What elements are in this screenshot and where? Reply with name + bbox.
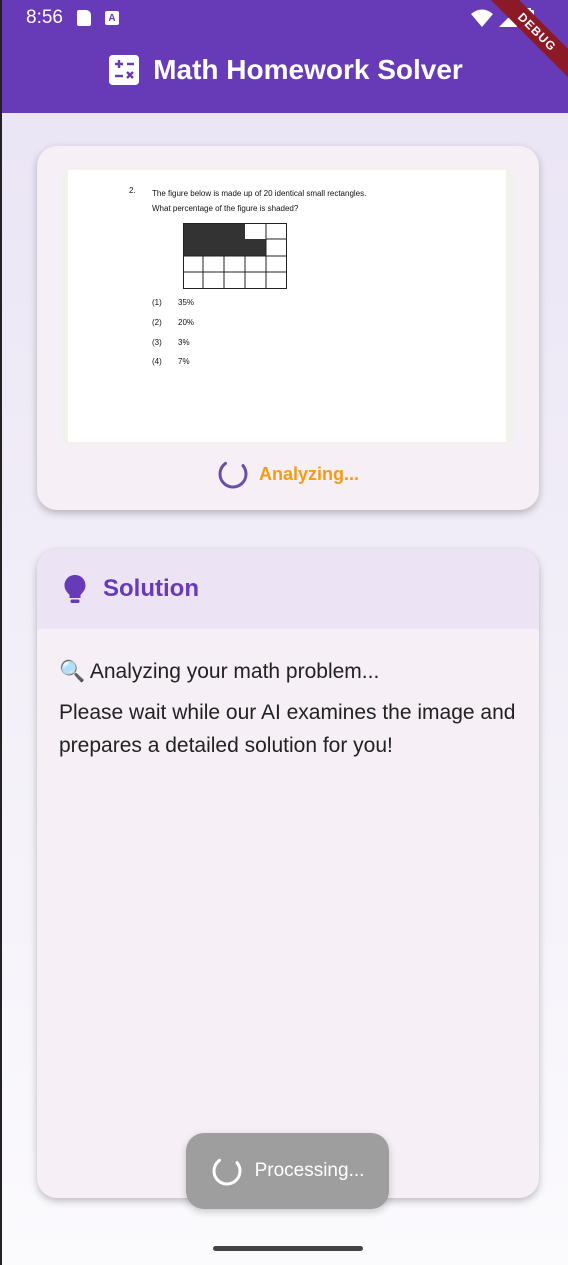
lightbulb-icon (64, 575, 86, 603)
processing-toast: Processing... (186, 1133, 389, 1209)
app-bar: 8:56 A DEBUG Math Homework Solver (2, 0, 568, 113)
image-card: 2. The figure below is made up of 20 ide… (37, 146, 539, 510)
shaded-rectangle-figure (183, 223, 287, 289)
a-badge-icon: A (104, 11, 119, 25)
solution-body: 🔍 Analyzing your math problem... Please … (37, 629, 539, 788)
calculator-icon (109, 55, 140, 85)
question-number: 2. (129, 186, 136, 195)
spinner-icon (218, 459, 248, 489)
question-line-1: The figure below is made up of 20 identi… (152, 189, 367, 198)
option-3-number: (3) (152, 338, 162, 347)
solution-header: Solution (37, 549, 539, 629)
question-text: The figure below is made up of 20 identi… (152, 186, 366, 216)
spinner-icon (212, 1156, 242, 1186)
solution-wait-message: Please wait while our AI examines the im… (59, 701, 516, 757)
page-title: Math Homework Solver (153, 54, 463, 85)
analyzing-status: Analyzing... (37, 458, 539, 490)
sd-card-icon (76, 10, 91, 26)
wifi-icon (471, 9, 493, 27)
status-bar: 8:56 A (2, 0, 568, 36)
option-1-number: (1) (152, 298, 162, 307)
gesture-nav-bar[interactable] (213, 1246, 363, 1251)
option-1-value: 35% (178, 298, 195, 307)
worksheet-image: 2. The figure below is made up of 20 ide… (68, 170, 506, 442)
uploaded-image[interactable]: 2. The figure below is made up of 20 ide… (60, 168, 516, 444)
option-4-number: (4) (152, 357, 162, 366)
option-2-number: (2) (152, 318, 162, 327)
analyzing-text: Analyzing... (258, 463, 359, 484)
title-row: Math Homework Solver (2, 54, 568, 86)
solution-title: Solution (103, 575, 199, 602)
toast-text: Processing... (254, 1160, 365, 1181)
solution-status-line: 🔍 Analyzing your math problem... (59, 660, 380, 683)
question-line-2: What percentage of the figure is shaded? (152, 204, 299, 213)
option-2-value: 20% (178, 318, 195, 327)
status-time: 8:56 (26, 7, 63, 28)
option-3-value: 3% (178, 338, 190, 347)
option-4-value: 7% (178, 357, 190, 366)
solution-card: Solution 🔍 Analyzing your math problem..… (37, 549, 539, 1198)
